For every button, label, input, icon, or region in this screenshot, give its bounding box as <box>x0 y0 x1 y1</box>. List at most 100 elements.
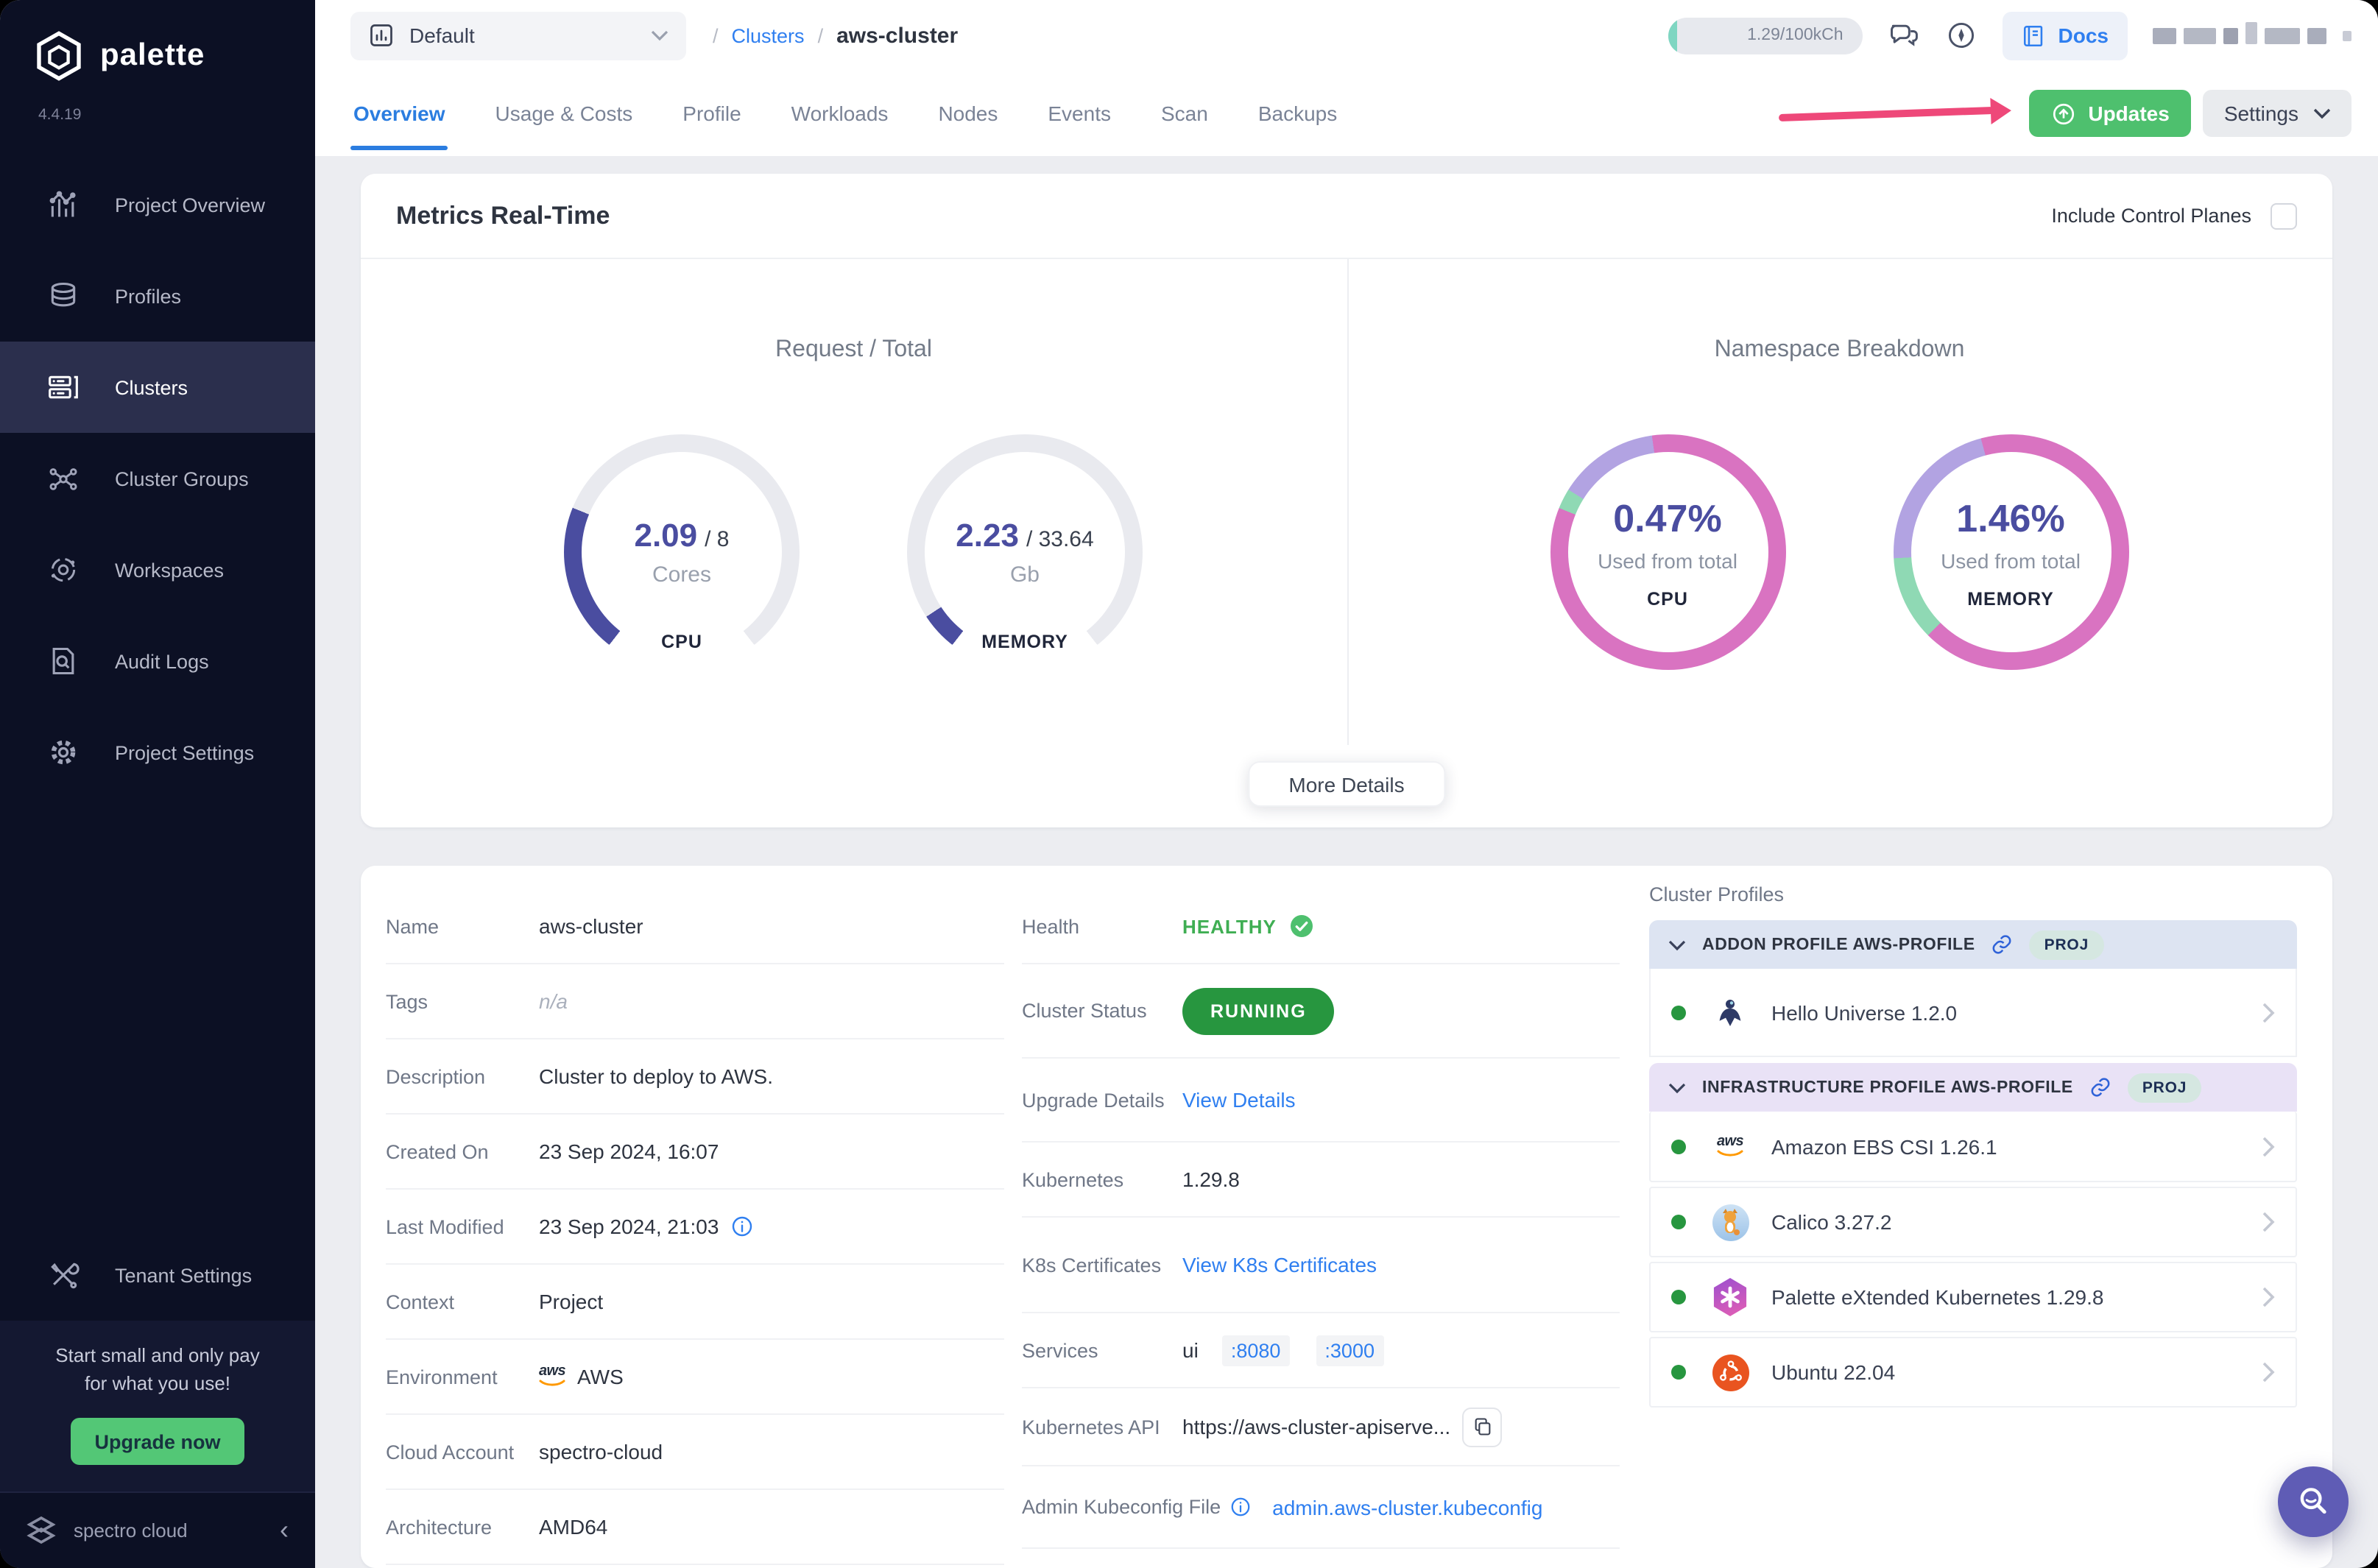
palette-logo-icon <box>37 31 81 81</box>
namespace-cpu-label: CPU <box>1647 588 1688 609</box>
profile-pack-ubuntu[interactable]: Ubuntu 22.04 <box>1649 1337 2297 1408</box>
memory-gauge-label: MEMORY <box>981 632 1068 652</box>
info-icon[interactable] <box>730 1215 754 1238</box>
include-control-planes-checkbox[interactable] <box>2271 202 2297 229</box>
sidebar-item-project-settings[interactable]: Project Settings <box>0 707 315 798</box>
tab-overview[interactable]: Overview <box>350 71 449 156</box>
detail-row-kubernetes: Kubernetes 1.29.8 <box>1022 1143 1620 1218</box>
tab-workloads[interactable]: Workloads <box>788 71 892 156</box>
memory-request-value: 2.23 <box>956 517 1019 554</box>
namespace-memory-values: 1.46% Used from total MEMORY <box>1913 455 2108 649</box>
infrastructure-profile-header[interactable]: INFRASTRUCTURE PROFILE AWS-PROFILE PROJ <box>1649 1063 2297 1112</box>
link-icon[interactable] <box>1991 933 2014 956</box>
request-total-title: Request / Total <box>775 337 932 362</box>
profile-pack-palette-extended-kubernetes[interactable]: Palette eXtended Kubernetes 1.29.8 <box>1649 1262 2297 1332</box>
view-k8s-certificates-link[interactable]: View K8s Certificates <box>1182 1253 1377 1276</box>
more-details-button[interactable]: More Details <box>1247 761 1446 807</box>
pack-status-dot <box>1671 1139 1686 1154</box>
magnifier-smile-icon <box>2300 1488 2326 1514</box>
sidebar-item-clusters[interactable]: Clusters <box>0 342 315 433</box>
detail-row-health: Health HEALTHY <box>1022 889 1620 964</box>
docs-button[interactable]: Docs <box>2002 11 2128 60</box>
sidebar: palette 4.4.19 Project Overview Profiles <box>0 0 315 1568</box>
copy-button[interactable] <box>1462 1407 1503 1447</box>
orbit-icon <box>47 554 80 586</box>
network-icon <box>47 462 80 495</box>
infrastructure-profile-title: INFRASTRUCTURE PROFILE AWS-PROFILE <box>1702 1078 2073 1096</box>
chevron-down-icon <box>651 29 668 41</box>
memory-unit: Gb <box>1009 562 1040 587</box>
running-status-badge: RUNNING <box>1182 987 1335 1034</box>
cpu-gauge-values: 2.09 / 8 Cores <box>582 452 782 652</box>
detail-row-cluster-status: Cluster Status RUNNING <box>1022 964 1620 1059</box>
layers-icon <box>47 280 80 312</box>
sidebar-nav: Project Overview Profiles Clusters Clust… <box>0 159 315 798</box>
service-port-8080-link[interactable]: :8080 <box>1221 1335 1290 1366</box>
upgrade-now-button[interactable]: Upgrade now <box>71 1418 244 1465</box>
aws-icon: aws <box>1711 1127 1749 1165</box>
cluster-profiles-panel: Cluster Profiles ADDON PROFILE AWS-PROFI… <box>1649 883 2297 1413</box>
chevron-right-icon <box>2262 1362 2275 1382</box>
collapse-sidebar-icon[interactable]: ‹ <box>280 1515 289 1546</box>
proj-scope-badge: PROJ <box>2029 930 2104 959</box>
settings-button[interactable]: Settings <box>2203 90 2351 137</box>
sidebar-item-cluster-groups[interactable]: Cluster Groups <box>0 433 315 524</box>
include-control-planes-label: Include Control Planes <box>2051 205 2251 227</box>
sidebar-item-audit-logs[interactable]: Audit Logs <box>0 615 315 707</box>
link-icon[interactable] <box>2089 1076 2111 1098</box>
proj-scope-badge: PROJ <box>2127 1073 2202 1102</box>
tab-usage-costs[interactable]: Usage & Costs <box>493 71 636 156</box>
sidebar-item-workspaces[interactable]: Workspaces <box>0 524 315 615</box>
compass-icon[interactable] <box>1945 19 1977 52</box>
cpu-total-value: / 8 <box>705 527 730 552</box>
tab-backups[interactable]: Backups <box>1255 71 1340 156</box>
addon-profile-header[interactable]: ADDON PROFILE AWS-PROFILE PROJ <box>1649 920 2297 969</box>
breadcrumb: / Clusters / aws-cluster <box>713 23 958 48</box>
namespace-memory-percent: 1.46% <box>1956 495 2065 540</box>
chat-icon[interactable] <box>1888 19 1920 52</box>
profile-pack-amazon-ebs-csi[interactable]: aws Amazon EBS CSI 1.26.1 <box>1649 1112 2297 1182</box>
updates-button[interactable]: Updates <box>2029 90 2192 137</box>
usage-quota-value: 1.29/100kCh <box>1747 27 1844 44</box>
tab-events[interactable]: Events <box>1045 71 1114 156</box>
sidebar-item-label: Workspaces <box>115 559 225 581</box>
profile-pack-hello-universe[interactable]: Hello Universe 1.2.0 <box>1649 969 2297 1057</box>
brand-logo: palette <box>0 0 315 82</box>
updates-label: Updates <box>2088 102 2170 125</box>
sidebar-item-project-overview[interactable]: Project Overview <box>0 159 315 250</box>
addon-profile-group: ADDON PROFILE AWS-PROFILE PROJ Hello Uni… <box>1649 920 2297 1057</box>
sidebar-item-tenant-settings[interactable]: Tenant Settings <box>0 1230 315 1321</box>
detail-row-admin-kubeconfig: Admin Kubeconfig File admin.aws-cluster.… <box>1022 1466 1620 1549</box>
ubuntu-icon <box>1711 1353 1749 1391</box>
service-port-3000-link[interactable]: :3000 <box>1316 1335 1383 1366</box>
breadcrumb-current: aws-cluster <box>836 23 959 48</box>
tab-nodes[interactable]: Nodes <box>935 71 1001 156</box>
namespace-memory-label: MEMORY <box>1967 588 2054 609</box>
request-total-panel: Request / Total 2.09 / 8 Cores CPU 2.23 … <box>361 259 1347 745</box>
breadcrumb-clusters-link[interactable]: Clusters <box>732 24 805 46</box>
tab-profile[interactable]: Profile <box>680 71 744 156</box>
tab-scan[interactable]: Scan <box>1158 71 1211 156</box>
docs-label: Docs <box>2058 24 2109 47</box>
project-selector-dropdown[interactable]: Default <box>350 11 686 60</box>
brand-name: palette <box>100 38 205 72</box>
aws-logo-icon: aws <box>539 1364 566 1388</box>
view-details-link[interactable]: View Details <box>1182 1088 1296 1112</box>
sidebar-item-label: Project Overview <box>115 194 266 216</box>
sidebar-item-profiles[interactable]: Profiles <box>0 250 315 342</box>
server-icon <box>47 371 80 403</box>
cluster-tabs-row: Overview Usage & Costs Profile Workloads… <box>315 71 2378 156</box>
detail-row-last-modified: Last Modified 23 Sep 2024, 21:03 <box>386 1190 1004 1265</box>
memory-total-value: / 33.64 <box>1026 527 1094 552</box>
kubeconfig-file-link[interactable]: admin.aws-cluster.kubeconfig <box>1272 1495 1542 1519</box>
breadcrumb-separator: / <box>713 24 719 46</box>
profile-pack-calico[interactable]: Calico 3.27.2 <box>1649 1187 2297 1257</box>
sidebar-item-label: Audit Logs <box>115 650 209 672</box>
search-fab-button[interactable] <box>2278 1466 2349 1537</box>
namespace-breakdown-title: Namespace Breakdown <box>1714 337 1965 362</box>
pack-status-dot <box>1671 1290 1686 1304</box>
detail-row-environment: Environment aws AWS <box>386 1340 1004 1415</box>
app-window: palette 4.4.19 Project Overview Profiles <box>0 0 2378 1568</box>
detail-row-description: Description Cluster to deploy to AWS. <box>386 1039 1004 1115</box>
info-icon[interactable] <box>1229 1496 1252 1518</box>
